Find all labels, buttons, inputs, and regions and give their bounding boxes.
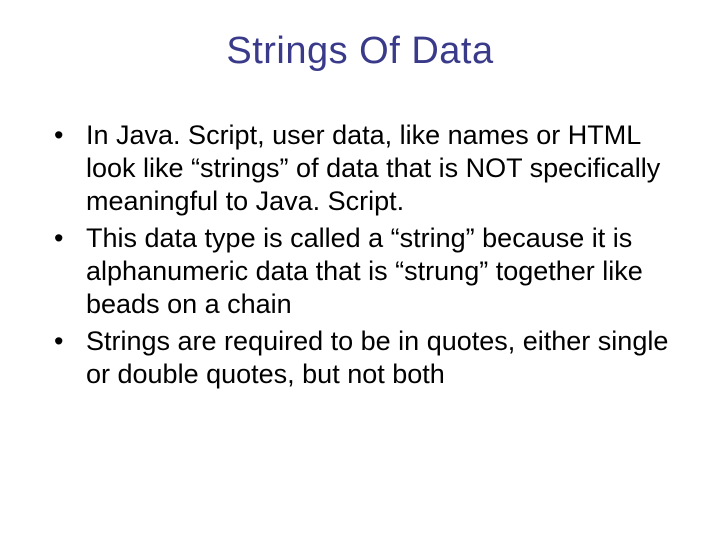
slide: Strings Of Data In Java. Script, user da… [0, 0, 720, 540]
bullet-list: In Java. Script, user data, like names o… [40, 119, 680, 391]
list-item: This data type is called a “string” beca… [40, 222, 680, 321]
list-item: Strings are required to be in quotes, ei… [40, 325, 680, 391]
list-item: In Java. Script, user data, like names o… [40, 119, 680, 218]
slide-title: Strings Of Data [40, 30, 680, 73]
